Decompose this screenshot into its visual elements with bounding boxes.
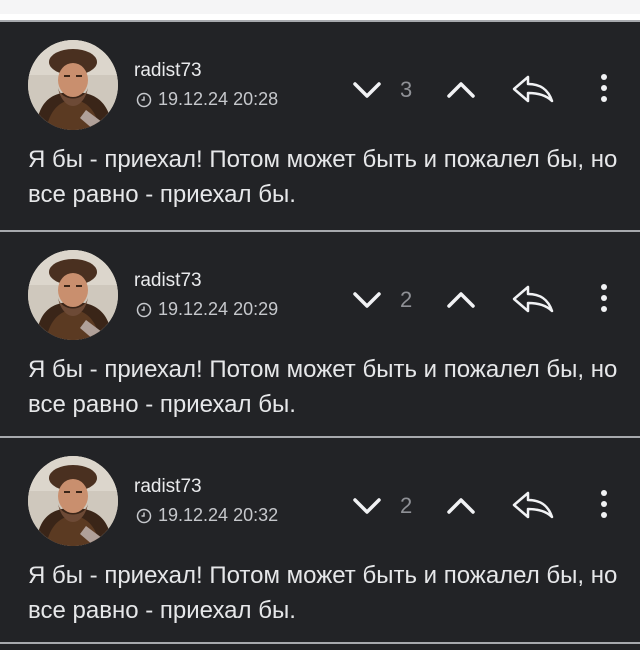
- more-vertical-icon: [601, 284, 607, 312]
- reply-arrow-icon: [512, 285, 554, 313]
- chevron-up-icon: [447, 82, 475, 98]
- vote-score: 2: [400, 493, 413, 518]
- downvote-button[interactable]: [352, 494, 382, 518]
- reply-arrow-icon: [512, 75, 554, 103]
- downvote-button[interactable]: [352, 288, 382, 312]
- upvote-button[interactable]: [446, 494, 476, 518]
- reply-button[interactable]: [510, 71, 556, 107]
- clock-icon: [136, 507, 152, 524]
- more-vertical-icon: [601, 74, 607, 102]
- reply-button[interactable]: [510, 487, 556, 523]
- comment-author[interactable]: radist73: [134, 476, 202, 498]
- comment-body: Я бы - приехал! Потом может быть и пожал…: [28, 146, 618, 208]
- chevron-up-icon: [447, 498, 475, 514]
- comment-body: Я бы - приехал! Потом может быть и пожал…: [28, 562, 618, 624]
- comment-author[interactable]: radist73: [134, 60, 202, 82]
- comment-item: radist73 19.12.24 20:29 2 Я бы - приехал…: [0, 232, 640, 438]
- comment-author[interactable]: radist73: [134, 270, 202, 292]
- reply-arrow-icon: [512, 491, 554, 519]
- chevron-down-icon: [353, 292, 381, 308]
- chevron-up-icon: [447, 292, 475, 308]
- downvote-button[interactable]: [352, 78, 382, 102]
- upvote-button[interactable]: [446, 78, 476, 102]
- top-page-strip: [0, 0, 640, 14]
- more-options-button[interactable]: [594, 484, 614, 524]
- comment-body: Я бы - приехал! Потом может быть и пожал…: [28, 356, 618, 418]
- comment-item: radist73 19.12.24 20:32 2 Я бы - приехал…: [0, 438, 640, 644]
- user-avatar-photo: [28, 250, 118, 340]
- comment-timestamp: 19.12.24 20:28: [136, 88, 278, 110]
- reply-button[interactable]: [510, 281, 556, 317]
- comment-list: radist73 19.12.24 20:28 3 Я бы - приехал…: [0, 20, 640, 650]
- upvote-button[interactable]: [446, 288, 476, 312]
- chevron-down-icon: [353, 498, 381, 514]
- more-options-button[interactable]: [594, 278, 614, 318]
- timestamp-text: 19.12.24 20:29: [158, 299, 279, 319]
- more-vertical-icon: [601, 490, 607, 518]
- clock-icon: [136, 91, 152, 108]
- comment-timestamp: 19.12.24 20:32: [136, 504, 278, 526]
- timestamp-text: 19.12.24 20:28: [158, 89, 279, 109]
- user-avatar-photo: [28, 456, 118, 546]
- comment-item: radist73 19.12.24 20:28 3 Я бы - приехал…: [0, 20, 640, 232]
- vote-score: 3: [400, 77, 413, 102]
- avatar[interactable]: [28, 456, 118, 546]
- timestamp-text: 19.12.24 20:32: [158, 505, 279, 525]
- avatar[interactable]: [28, 250, 118, 340]
- clock-icon: [136, 301, 152, 318]
- vote-score: 2: [400, 287, 413, 312]
- avatar[interactable]: [28, 40, 118, 130]
- more-options-button[interactable]: [594, 68, 614, 108]
- chevron-down-icon: [353, 82, 381, 98]
- user-avatar-photo: [28, 40, 118, 130]
- comment-timestamp: 19.12.24 20:29: [136, 298, 278, 320]
